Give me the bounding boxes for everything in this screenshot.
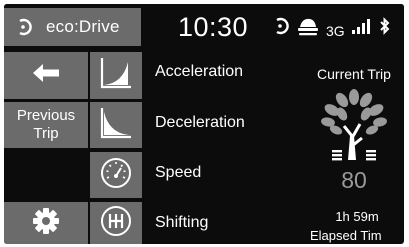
deceleration-label[interactable]: Deceleration [155,114,245,132]
previous-trip-button[interactable]: Previous Trip [4,102,88,148]
driver-hat-icon [296,15,320,42]
status-icons: 3G [272,14,391,42]
arrow-left-icon [31,62,61,89]
speedometer-icon [99,156,133,195]
current-trip-title: Current Trip [317,66,391,82]
eco-drive-icon [4,8,44,46]
settings-button[interactable] [4,202,88,244]
deceleration-tile[interactable] [90,102,142,148]
gear-shift-icon [99,204,133,243]
previous-trip-label-line2: Trip [33,125,59,142]
app-title-bar: eco:Drive [4,8,141,46]
status-bar: eco:Drive 10:30 3G [4,4,404,48]
elapsed-time-label: Elapsed Tim [310,228,382,243]
elapsed-time-value: 1h 59m [335,209,379,224]
acceleration-curve-icon [99,56,133,95]
shifting-tile[interactable] [90,202,142,244]
previous-trip-label-line1: Previous [16,107,76,124]
eco-status-icon [272,16,290,41]
speed-tile[interactable] [90,152,142,198]
shifting-label[interactable]: Shifting [155,214,208,232]
clock: 10:30 [178,12,249,42]
eco-score: 80 [341,167,367,193]
eco-drive-screen: eco:Drive 10:30 3G Previous Trip Acceler… [4,4,404,244]
bluetooth-icon [379,16,391,41]
gear-icon [32,207,60,240]
eco-tree-icon [318,88,390,173]
acceleration-label[interactable]: Acceleration [155,63,243,81]
deceleration-curve-icon [99,106,133,145]
acceleration-tile[interactable] [90,52,142,99]
signal-strength-icon [351,17,373,40]
app-title: eco:Drive [46,17,120,36]
network-type: 3G [326,23,345,39]
back-button[interactable] [4,52,88,99]
speed-label[interactable]: Speed [155,164,201,182]
